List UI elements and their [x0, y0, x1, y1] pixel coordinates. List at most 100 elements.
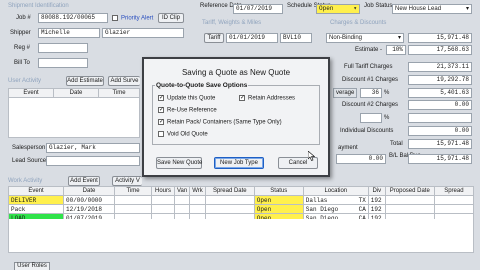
- col-van: Van: [173, 186, 191, 196]
- chevron-down-icon: ▾: [465, 6, 469, 12]
- chevron-down-icon: ▾: [397, 35, 401, 41]
- row-div: 192: [367, 204, 386, 214]
- discount1-type-select[interactable]: verage: [333, 88, 357, 98]
- option-reuse-reference[interactable]: ✓ Re-Use Reference: [158, 107, 217, 114]
- estimate-value-field[interactable]: 17,568.63: [408, 45, 472, 55]
- percent-sign: %: [384, 90, 390, 96]
- salesperson-field[interactable]: Glazier, Mark: [46, 143, 140, 153]
- full-tariff-field[interactable]: 21,373.11: [408, 62, 472, 72]
- row-state: CA: [358, 205, 366, 213]
- payment-field[interactable]: 0.00: [336, 154, 386, 164]
- discount1-percent-field[interactable]: 36: [360, 88, 382, 98]
- new-job-type-button[interactable]: New Job Type: [214, 157, 264, 169]
- row-wrk: [189, 195, 206, 205]
- row-status: Open: [253, 204, 304, 214]
- bill-to-field[interactable]: [38, 58, 88, 68]
- work-activity-list-area[interactable]: [8, 219, 474, 253]
- add-estimate-button[interactable]: Add Estimate: [66, 76, 104, 86]
- row-date: 00/00/0000: [63, 195, 115, 205]
- save-new-quote-button[interactable]: Save New Quote: [156, 157, 202, 169]
- job-number-field[interactable]: 80088.192/00065: [38, 13, 108, 23]
- col-status: Status: [253, 186, 304, 196]
- activity-view-button[interactable]: Activity V: [112, 176, 142, 186]
- option-reuse-reference-label: Re-Use Reference: [167, 107, 217, 114]
- chevron-down-icon: ▾: [353, 5, 357, 12]
- shipment-section-title: Shipment Identification: [8, 3, 69, 9]
- option-retain-pack-label: Retain Pack/ Containers (Same Type Only): [167, 119, 282, 126]
- option-retain-addresses[interactable]: ✓ Retain Addresses: [239, 95, 295, 102]
- row-city: San Diego: [305, 205, 339, 213]
- user-activity-list[interactable]: [8, 98, 140, 138]
- discount2-charges-field[interactable]: 0.00: [408, 100, 472, 110]
- work-activity-table: Event Date Time Hours Van Wrk Spread Dat…: [8, 186, 475, 223]
- row-time: [114, 195, 152, 205]
- row-time: [114, 204, 152, 214]
- option-retain-pack-containers[interactable]: ✓ Retain Pack/ Containers (Same Type Only…: [158, 119, 282, 126]
- estimate-label: Estimate -: [355, 47, 383, 53]
- col-location: Location: [302, 186, 369, 196]
- table-row[interactable]: Pack 12/19/2018 Open San Diego CA 192: [8, 204, 475, 214]
- checkbox-checked-icon: ✓: [158, 107, 165, 113]
- charge-mode-select[interactable]: Non-Binding ▾: [326, 33, 404, 43]
- salesperson-label: Salesperson: [12, 145, 46, 151]
- tariff-code-select[interactable]: BVL10: [280, 33, 312, 43]
- option-update-quote-label: Update this Quote: [167, 95, 216, 102]
- mouse-pointer-icon: [308, 151, 315, 161]
- bl-bal-due-field[interactable]: 15,971.48: [408, 154, 472, 164]
- lead-source-label: Lead Source: [12, 158, 47, 164]
- tariff-button[interactable]: Tariff: [204, 33, 224, 43]
- estimate-percent-field[interactable]: 10%: [386, 45, 406, 55]
- lead-source-field[interactable]: [46, 156, 140, 166]
- checkbox-checked-icon: ✓: [158, 95, 165, 101]
- reference-date-field[interactable]: 01/07/2019: [233, 4, 283, 14]
- row-proposed-date: [384, 195, 435, 205]
- col-hours: Hours: [151, 186, 175, 196]
- reference-date-label: Reference Date: [200, 3, 243, 9]
- total-field[interactable]: 15,971.48: [408, 139, 472, 149]
- discount1-charges-field[interactable]: 19,292.78: [408, 75, 472, 85]
- save-options-group: Quote-to-Quote Save Options ✓ Update this…: [152, 82, 320, 145]
- row-wrk: [189, 204, 206, 214]
- individual-discounts-label: Individual Discounts: [340, 128, 394, 134]
- tariff-date-field[interactable]: 01/01/2019: [226, 33, 278, 43]
- row-van: [173, 195, 191, 205]
- shipper-last-name-field[interactable]: Glazier: [102, 28, 184, 38]
- add-survey-button[interactable]: Add Surve: [108, 76, 140, 86]
- row-date: 12/19/2018: [63, 204, 115, 214]
- priority-alert-label: Priority Alert: [121, 15, 154, 22]
- row-event: DELIVER: [8, 195, 64, 205]
- save-options-group-title: Quote-to-Quote Save Options: [155, 82, 249, 89]
- top-charge-field[interactable]: 15,971.48: [408, 33, 472, 43]
- user-activity-col-time: Time: [98, 88, 140, 98]
- shipper-label: Shipper: [10, 30, 31, 36]
- table-row[interactable]: DELIVER 00/00/0000 Open Dallas TX 192: [8, 195, 475, 205]
- reg-number-field[interactable]: [38, 43, 88, 53]
- col-time: Time: [114, 186, 152, 196]
- row-div: 192: [367, 195, 386, 205]
- charges-section-title: Charges & Discounts: [330, 20, 387, 26]
- user-activity-col-date: Date: [53, 88, 99, 98]
- tariff-section-title: Tariff, Weights & Miles: [202, 20, 262, 26]
- job-status-label: Job Status: [364, 3, 393, 9]
- discount2-label: Discount #2 Charges: [342, 102, 399, 108]
- discount2-amount-field[interactable]: [408, 113, 472, 123]
- row-proposed-date: [384, 204, 435, 214]
- discount2-percent-field[interactable]: [360, 113, 382, 123]
- col-event: Event: [8, 186, 64, 196]
- individual-discounts-field[interactable]: 0.00: [408, 126, 472, 136]
- id-clip-button[interactable]: ID Clip: [158, 13, 184, 23]
- priority-alert-checkbox[interactable]: Priority Alert: [112, 15, 153, 22]
- option-update-quote[interactable]: ✓ Update this Quote: [158, 95, 215, 102]
- tab-user-roles[interactable]: User Roles: [14, 262, 50, 270]
- add-event-button[interactable]: Add Event: [68, 176, 100, 186]
- schedule-status-select[interactable]: Open ▾: [316, 4, 360, 14]
- shipper-first-name-field[interactable]: Michelle: [38, 28, 100, 38]
- col-date: Date: [63, 186, 115, 196]
- row-hours: [151, 195, 175, 205]
- job-status-select[interactable]: New House Lead ▾: [392, 4, 472, 14]
- full-tariff-label: Full Tariff Charges: [344, 64, 393, 70]
- option-void-old-quote[interactable]: Void Old Quote: [158, 131, 208, 138]
- col-div: Div: [367, 186, 386, 196]
- discount1-amount-field[interactable]: 5,401.63: [408, 88, 472, 98]
- checkbox-unchecked-icon: [158, 131, 164, 137]
